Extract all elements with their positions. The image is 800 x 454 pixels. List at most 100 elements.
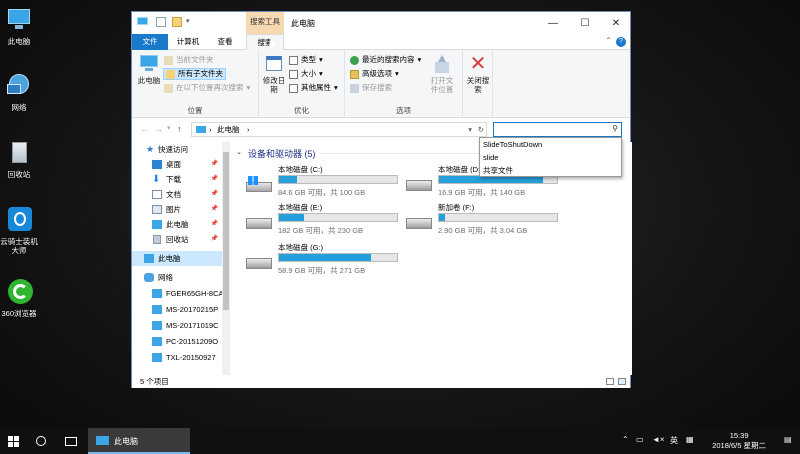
nav-item-desktop[interactable]: 桌面 📌: [132, 157, 222, 172]
desktop-icon-this-pc[interactable]: 此电脑: [0, 6, 38, 46]
quick-access-dropdown-icon[interactable]: ▾: [186, 17, 194, 27]
pin-icon[interactable]: 📌: [211, 217, 218, 232]
pin-icon[interactable]: 📌: [211, 202, 218, 217]
yunqishi-icon: [5, 206, 33, 234]
close-search-button[interactable]: ✕ 关闭搜索: [466, 54, 490, 94]
scrollbar-thumb[interactable]: [223, 152, 229, 310]
search-again-in-button[interactable]: 在以下位置再次搜索 ▾: [164, 82, 250, 94]
nav-item-network-pc[interactable]: FGER65GH-8CA: [132, 286, 222, 301]
show-hidden-icons-icon[interactable]: ⌃: [622, 435, 629, 444]
help-icon[interactable]: ?: [616, 37, 626, 47]
taskbar-clock[interactable]: 15:39 2018/6/5 星期二: [712, 431, 766, 451]
address-history-chevron-icon[interactable]: ▾: [468, 123, 472, 136]
back-arrow-icon[interactable]: ←: [140, 124, 149, 134]
all-subfolders-button[interactable]: 所有子文件夹: [163, 68, 226, 80]
nav-item-network-pc[interactable]: MS-20170215P: [132, 302, 222, 317]
nav-pane-scrollbar[interactable]: [222, 142, 230, 375]
this-pc-scope-button[interactable]: 此电脑: [136, 54, 162, 85]
forward-arrow-icon[interactable]: →: [154, 124, 163, 134]
start-button[interactable]: [0, 428, 26, 454]
pin-icon[interactable]: 📌: [211, 232, 218, 247]
desktop-icon-recycle-bin[interactable]: 回收站: [0, 139, 38, 179]
minimize-button[interactable]: —: [537, 12, 569, 34]
clock-date: 2018/6/5 星期二: [712, 441, 766, 450]
notification-center-icon[interactable]: ▤: [784, 435, 792, 444]
recycle-bin-icon: [5, 139, 33, 167]
hard-drive-icon: [406, 214, 432, 230]
recent-searches-button[interactable]: 最近的搜索内容 ▾: [350, 54, 421, 66]
desktop-icon-360-browser[interactable]: 360浏览器: [0, 278, 38, 318]
nav-item-quick-access[interactable]: ★ 快速访问: [132, 142, 222, 157]
recent-locations-chevron-icon[interactable]: ▾: [167, 124, 171, 132]
nav-item-this-pc[interactable]: 此电脑: [132, 251, 222, 266]
quick-access-new-folder-icon[interactable]: [172, 17, 182, 27]
nav-item-downloads[interactable]: ⬇ 下载 📌: [132, 172, 222, 187]
desktop-icon-network[interactable]: 网络: [0, 72, 38, 112]
maximize-button[interactable]: ☐: [569, 12, 601, 34]
date-modified-button[interactable]: 修改日期: [262, 54, 286, 94]
search-suggestion-item[interactable]: slide: [480, 151, 621, 164]
pin-icon[interactable]: 📌: [211, 157, 218, 172]
tab-file[interactable]: 文件: [132, 34, 168, 50]
desktop-icon-yunqishi[interactable]: 云骑士装机大师: [0, 206, 38, 255]
drive-item[interactable]: 本地磁盘 (G:) 58.9 GB 可用，共 271 GB: [246, 242, 406, 278]
current-folder-button[interactable]: 当前文件夹: [164, 54, 214, 66]
other-properties-button[interactable]: 其他属性 ▾: [289, 82, 338, 94]
quick-access-properties-icon[interactable]: [156, 17, 166, 27]
tab-computer[interactable]: 计算机: [170, 34, 206, 50]
nav-item-recycle-bin[interactable]: 回收站 📌: [132, 232, 222, 247]
search-suggestion-item[interactable]: 共享文件: [480, 164, 621, 177]
advanced-options-button[interactable]: 高级选项 ▾: [350, 68, 399, 80]
nav-item-network[interactable]: 网络: [132, 270, 222, 285]
collapse-ribbon-icon[interactable]: ⌃: [605, 36, 612, 45]
tab-search[interactable]: 搜索: [246, 34, 284, 51]
size-button[interactable]: 大小 ▾: [289, 68, 323, 80]
drive-item[interactable]: 本地磁盘 (C:) 84.6 GB 可用，共 100 GB: [246, 164, 406, 200]
details-view-icon[interactable]: [606, 378, 614, 385]
computer-icon: [196, 126, 206, 133]
ime-mode-icon[interactable]: ▦: [686, 435, 694, 444]
nav-item-this-pc-pinned[interactable]: 此电脑 📌: [132, 217, 222, 232]
group-header[interactable]: 设备和驱动器 (5): [248, 147, 316, 160]
volume-muted-icon[interactable]: ◄×: [652, 435, 665, 444]
search-suggestion-item[interactable]: SlideToShutDown: [480, 138, 621, 151]
address-box[interactable]: › 此电脑 › ▾ ↻: [191, 122, 487, 137]
close-button[interactable]: ✕: [600, 12, 632, 34]
nav-item-network-pc[interactable]: TXL-20150927: [132, 350, 222, 365]
nav-item-documents[interactable]: 文档 📌: [132, 187, 222, 202]
large-icons-view-icon[interactable]: [618, 378, 626, 385]
taskbar-app-this-pc[interactable]: 此电脑: [88, 428, 190, 454]
save-search-button[interactable]: 保存搜索: [350, 82, 392, 94]
search-icon[interactable]: ⚲: [612, 124, 618, 133]
calendar-icon: [263, 54, 285, 74]
drive-item[interactable]: 本地磁盘 (E:) 182 GB 可用，共 230 GB: [246, 202, 406, 238]
chevron-down-icon: ▾: [319, 55, 323, 64]
input-method-indicator[interactable]: 英: [670, 435, 678, 446]
pin-icon[interactable]: 📌: [211, 187, 218, 202]
up-arrow-icon[interactable]: ↑: [177, 124, 182, 134]
ribbon-group-close: ✕ 关闭搜索: [463, 50, 493, 118]
nav-item-network-pc[interactable]: PC-20151209O: [132, 334, 222, 349]
drive-item[interactable]: 新加卷 (F:) 2.90 GB 可用，共 3.04 GB: [406, 202, 566, 238]
drive-usage-fill: [439, 176, 543, 183]
kind-button[interactable]: 类型 ▾: [289, 54, 323, 66]
network-tray-icon[interactable]: ▭: [636, 435, 644, 444]
properties-icon: [289, 83, 298, 93]
task-view-button[interactable]: [58, 428, 84, 454]
search-input[interactable]: ⚲: [493, 122, 622, 137]
advanced-options-icon: [350, 69, 359, 79]
cortana-button[interactable]: [28, 428, 54, 454]
refresh-icon[interactable]: ↻: [478, 123, 484, 136]
nav-item-pictures[interactable]: 图片 📌: [132, 202, 222, 217]
close-search-label: 关闭搜索: [466, 76, 490, 94]
breadcrumb[interactable]: 此电脑: [217, 123, 240, 136]
nav-item-label: FGER65GH-8CA: [166, 289, 222, 298]
open-file-location-button[interactable]: 打开文件位置: [425, 54, 459, 94]
nav-item-network-pc[interactable]: MS-20171019C: [132, 318, 222, 333]
ribbon-group-label: 位置: [187, 106, 203, 115]
explorer-window: ▾ 搜索工具 此电脑 — ☐ ✕ 文件 计算机 查看 搜索 ⌃ ? 此电脑 当前: [131, 11, 632, 388]
hard-drive-icon: [406, 176, 432, 192]
pin-icon[interactable]: 📌: [211, 172, 218, 187]
chevron-down-icon[interactable]: ⌄: [236, 148, 242, 156]
tab-view[interactable]: 查看: [208, 34, 242, 50]
